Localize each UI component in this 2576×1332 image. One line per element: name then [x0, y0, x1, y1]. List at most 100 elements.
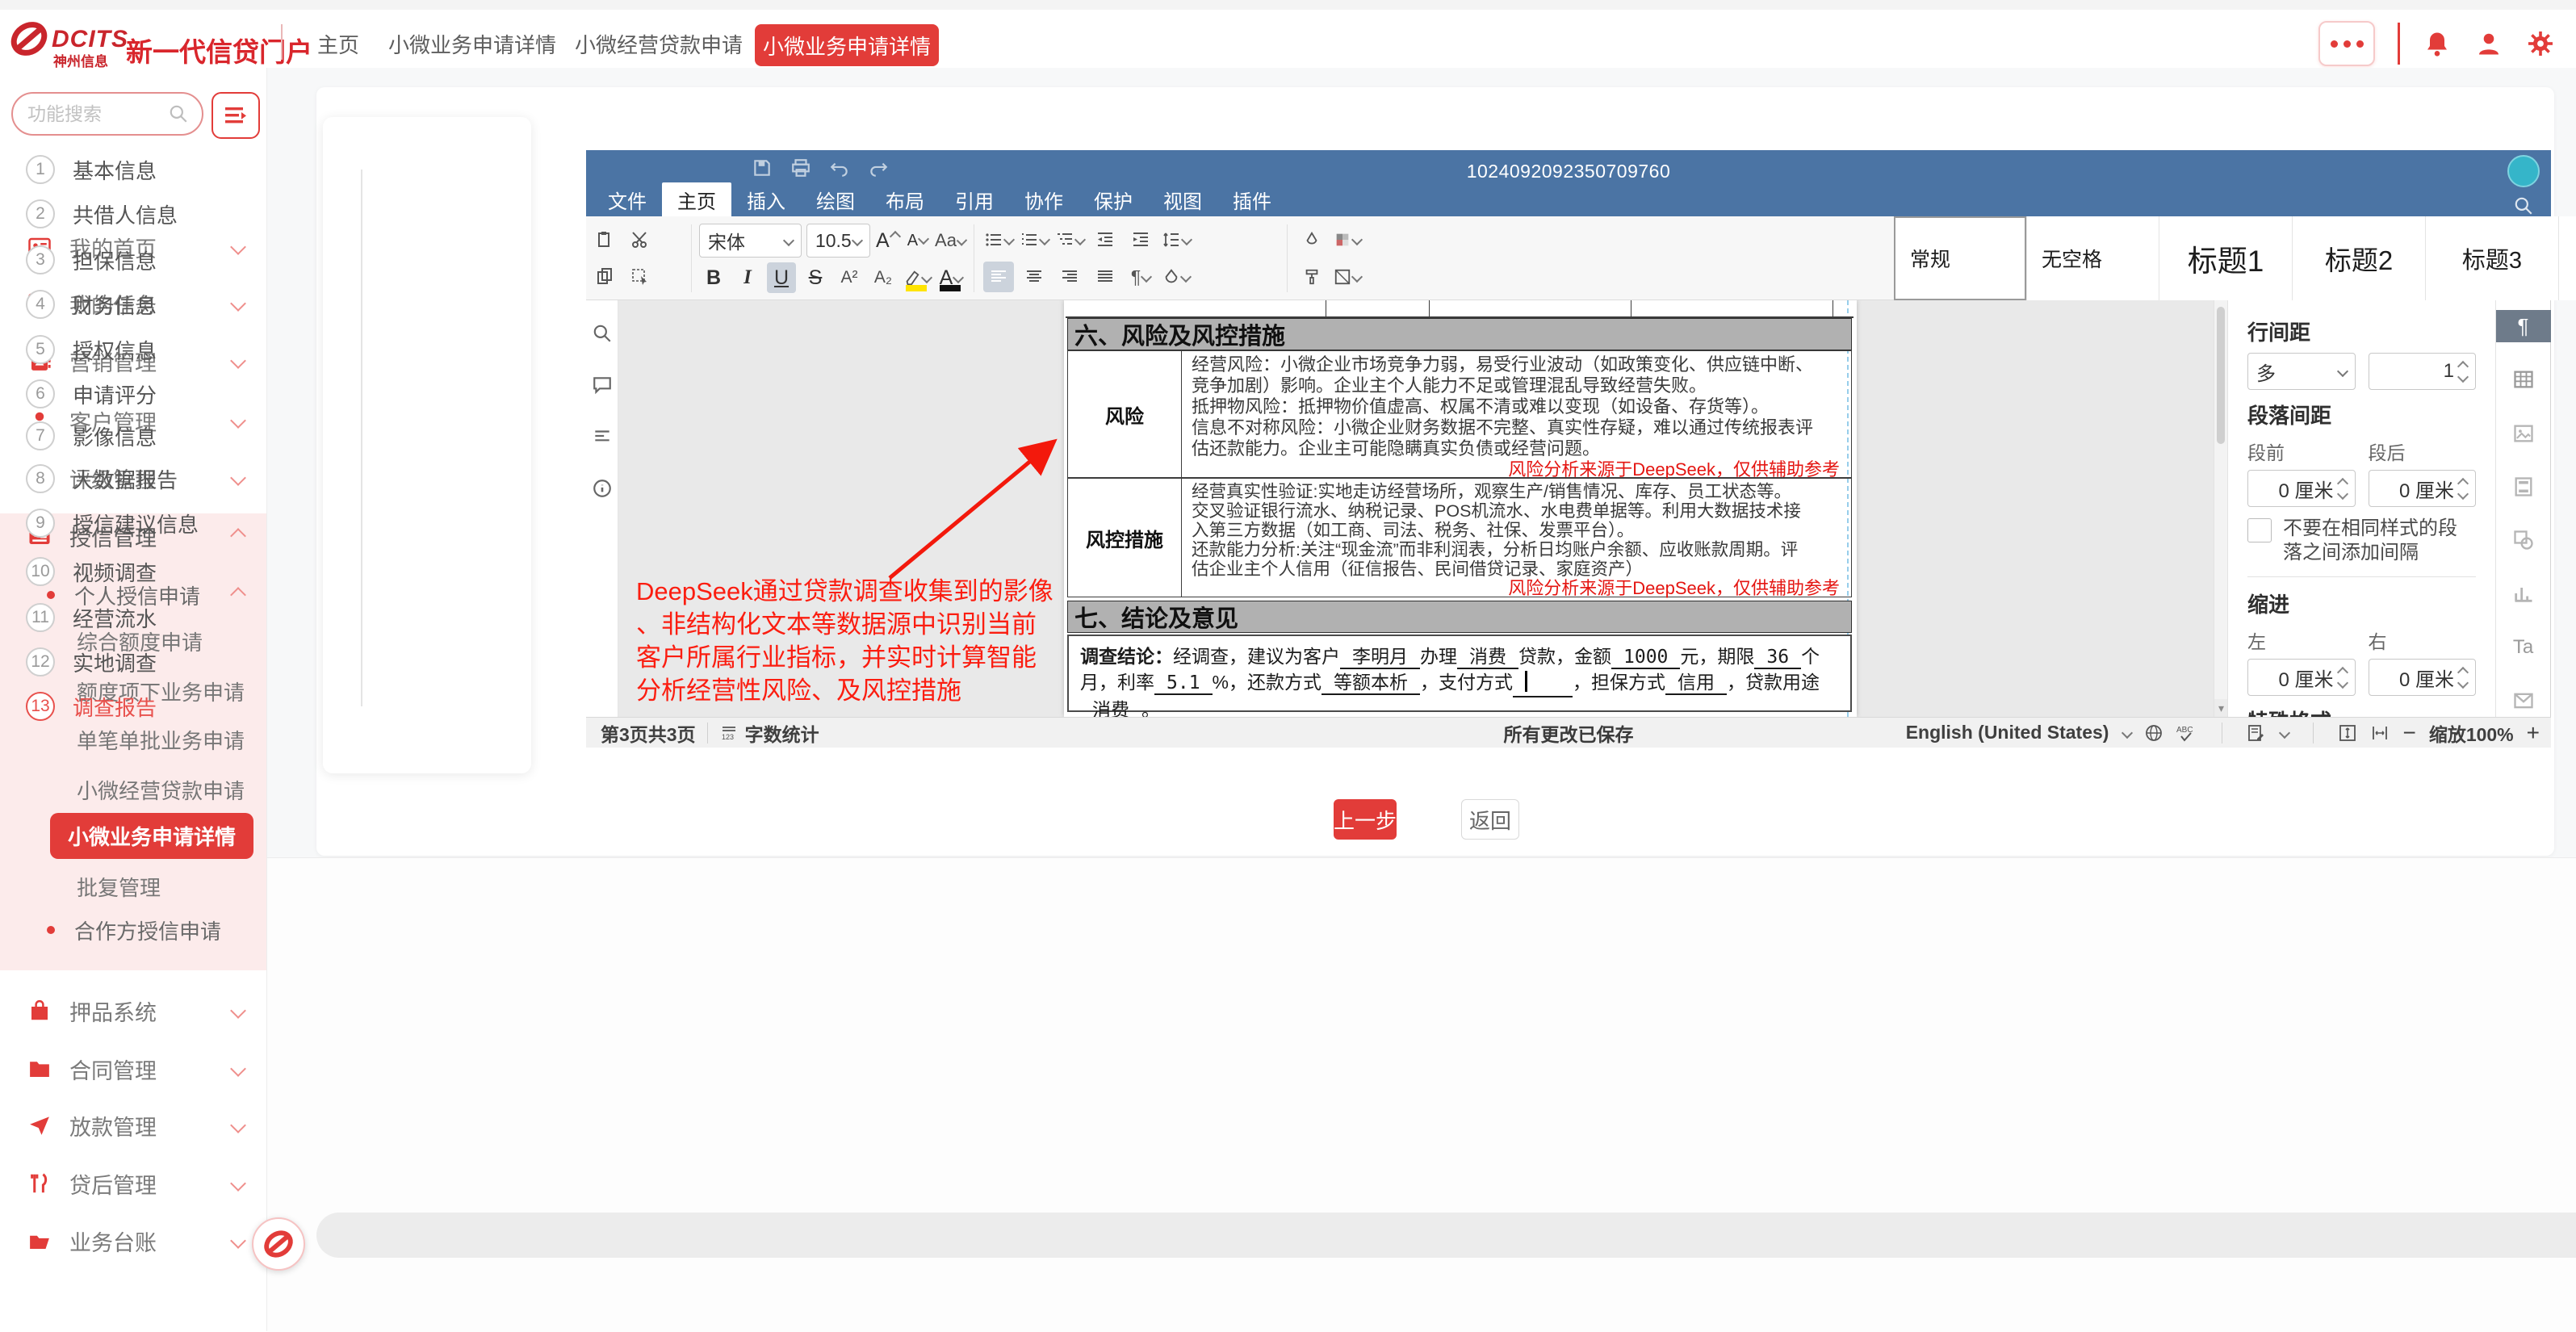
- nav-tab-home[interactable]: 主页: [317, 29, 359, 59]
- shading-icon[interactable]: [1161, 262, 1192, 292]
- menu-tab-view[interactable]: 视图: [1148, 182, 1217, 216]
- step-survey-report-active[interactable]: 13调查报告: [0, 690, 208, 723]
- no-gap-between-paragraphs-option[interactable]: 不要在相同样式的段落之间添加间隔: [2247, 517, 2476, 565]
- step-business-flow[interactable]: 11经营流水: [0, 601, 208, 634]
- step-imaging[interactable]: 7影像信息: [0, 420, 208, 452]
- style-normal[interactable]: 常规: [1894, 216, 2026, 300]
- copy-icon[interactable]: [589, 262, 620, 292]
- stepper-arrows-icon[interactable]: [2339, 480, 2347, 498]
- menu-tab-collaboration[interactable]: 协作: [1009, 182, 1079, 216]
- align-left-icon[interactable]: [983, 262, 1014, 292]
- ink-icon[interactable]: [1296, 224, 1327, 255]
- stepper-arrows-icon[interactable]: [2459, 362, 2467, 381]
- select-icon[interactable]: [625, 262, 656, 292]
- sidebar-item-single-batch[interactable]: 单笔单批业务申请: [77, 725, 245, 755]
- sidebar-item-business-ledger[interactable]: 业务台账: [0, 1221, 266, 1260]
- redo-icon[interactable]: [868, 157, 889, 178]
- align-justify-icon[interactable]: [1090, 262, 1120, 292]
- line-spacing-stepper[interactable]: 1: [2369, 353, 2477, 390]
- find-icon[interactable]: [592, 323, 613, 344]
- indent-left-stepper[interactable]: 0 厘米: [2247, 659, 2356, 696]
- sidebar-item-contracts[interactable]: 合同管理: [0, 1049, 266, 1088]
- word-count-button[interactable]: 字数统计: [745, 719, 819, 747]
- page-indicator[interactable]: 第3页共3页: [601, 719, 696, 747]
- stepper-arrows-icon[interactable]: [2459, 480, 2467, 498]
- step-basic-info[interactable]: 1基本信息: [0, 153, 208, 186]
- scrollbar-thumb[interactable]: [2217, 307, 2225, 444]
- style-heading1[interactable]: 标题1: [2159, 216, 2292, 300]
- more-actions-button[interactable]: [2318, 21, 2375, 66]
- style-heading4[interactable]: 标题4: [2558, 216, 2576, 300]
- chart-settings-tab[interactable]: [2496, 577, 2551, 609]
- spacing-before-stepper[interactable]: 0 厘米: [2247, 470, 2356, 507]
- header-footer-settings-tab[interactable]: [2496, 471, 2551, 503]
- document-scrollbar[interactable]: ▾: [2214, 300, 2227, 717]
- checkbox-icon[interactable]: [2247, 518, 2272, 542]
- menu-tab-file[interactable]: 文件: [593, 182, 662, 216]
- step-video-survey[interactable]: 10视频调查: [0, 555, 208, 588]
- step-bigdata-report[interactable]: 8大数据报告: [0, 463, 208, 495]
- superscript-icon[interactable]: A²: [835, 262, 864, 293]
- previous-step-button[interactable]: 上一步: [1334, 799, 1397, 840]
- step-field-survey[interactable]: 12实地调查: [0, 646, 208, 678]
- font-decrease-icon[interactable]: A: [905, 225, 930, 256]
- sidebar-item-micro-detail-active[interactable]: 小微业务申请详情: [50, 813, 253, 859]
- cut-icon[interactable]: [625, 224, 656, 255]
- shape-settings-tab[interactable]: [2496, 524, 2551, 556]
- zoom-in-button[interactable]: +: [2527, 720, 2540, 746]
- menu-tab-layout[interactable]: 布局: [870, 182, 940, 216]
- globe-icon[interactable]: [2144, 723, 2163, 743]
- sidebar-item-micro-loan-apply[interactable]: 小微经营贷款申请: [77, 775, 245, 805]
- document-page[interactable]: 六、风险及风控措施 风险 经营风险：小微企业市场竞争力弱，易受行业波动（如政策变…: [1064, 300, 1857, 717]
- fit-page-icon[interactable]: [2338, 723, 2357, 743]
- font-size-select[interactable]: 10.5: [806, 224, 870, 258]
- font-color-icon[interactable]: A: [936, 262, 965, 293]
- line-spacing-select[interactable]: 多: [2247, 353, 2356, 390]
- fit-width-icon[interactable]: [2370, 723, 2390, 743]
- highlight-color-icon[interactable]: [903, 262, 932, 293]
- bell-icon[interactable]: [2423, 29, 2452, 58]
- navigation-icon[interactable]: [592, 426, 613, 447]
- sidebar-item-approval-management[interactable]: 批复管理: [77, 872, 161, 902]
- paragraph-settings-tab[interactable]: ¶: [2496, 310, 2551, 342]
- menu-tab-home[interactable]: 主页: [662, 182, 731, 216]
- bullet-list-icon[interactable]: [983, 224, 1014, 255]
- style-heading2[interactable]: 标题2: [2292, 216, 2425, 300]
- search-icon[interactable]: [2513, 195, 2534, 216]
- bold-icon[interactable]: B: [699, 262, 728, 293]
- zoom-out-button[interactable]: −: [2402, 720, 2415, 746]
- line-spacing-icon[interactable]: [1161, 224, 1192, 255]
- spacing-after-stepper[interactable]: 0 厘米: [2369, 470, 2477, 507]
- step-finance[interactable]: 4财务信息: [0, 288, 208, 320]
- numbered-list-icon[interactable]: [1019, 224, 1049, 255]
- info-icon[interactable]: [592, 478, 613, 499]
- paste-icon[interactable]: [589, 224, 620, 255]
- image-settings-tab[interactable]: [2496, 417, 2551, 450]
- italic-icon[interactable]: I: [733, 262, 762, 293]
- text-art-settings-tab[interactable]: Ta: [2496, 631, 2551, 664]
- sidebar-item-post-loan[interactable]: 贷后管理: [0, 1164, 266, 1203]
- menu-tab-protection[interactable]: 保护: [1079, 182, 1148, 216]
- comments-icon[interactable]: [592, 375, 613, 396]
- menu-tab-references[interactable]: 引用: [940, 182, 1009, 216]
- track-changes-icon[interactable]: [2247, 723, 2266, 743]
- menu-tab-plugins[interactable]: 插件: [1217, 182, 1287, 216]
- scrollbar-down-arrow[interactable]: ▾: [2214, 699, 2228, 717]
- table-settings-tab[interactable]: [2496, 363, 2551, 396]
- nav-tab-micro-detail[interactable]: 小微业务申请详情: [388, 29, 556, 59]
- sidebar-item-collateral[interactable]: 押品系统: [0, 991, 266, 1030]
- print-icon[interactable]: [790, 157, 811, 178]
- page-borders-icon[interactable]: [1332, 262, 1363, 292]
- nav-tab-micro-loan-apply[interactable]: 小微经营贷款申请: [575, 29, 743, 59]
- mail-merge-tab[interactable]: [2496, 685, 2551, 717]
- step-co-borrower[interactable]: 2共借人信息: [0, 198, 208, 230]
- style-no-spacing[interactable]: 无空格: [2026, 216, 2159, 300]
- step-guarantee[interactable]: 3担保信息: [0, 244, 208, 276]
- spellcheck-icon[interactable]: ABC: [2176, 723, 2197, 743]
- font-increase-icon[interactable]: A: [875, 225, 900, 256]
- indent-right-stepper[interactable]: 0 厘米: [2369, 659, 2477, 696]
- multilevel-list-icon[interactable]: [1054, 224, 1085, 255]
- language-selector[interactable]: English (United States): [1906, 722, 2109, 743]
- align-center-icon[interactable]: [1019, 262, 1049, 292]
- menu-filter-button[interactable]: [212, 92, 260, 139]
